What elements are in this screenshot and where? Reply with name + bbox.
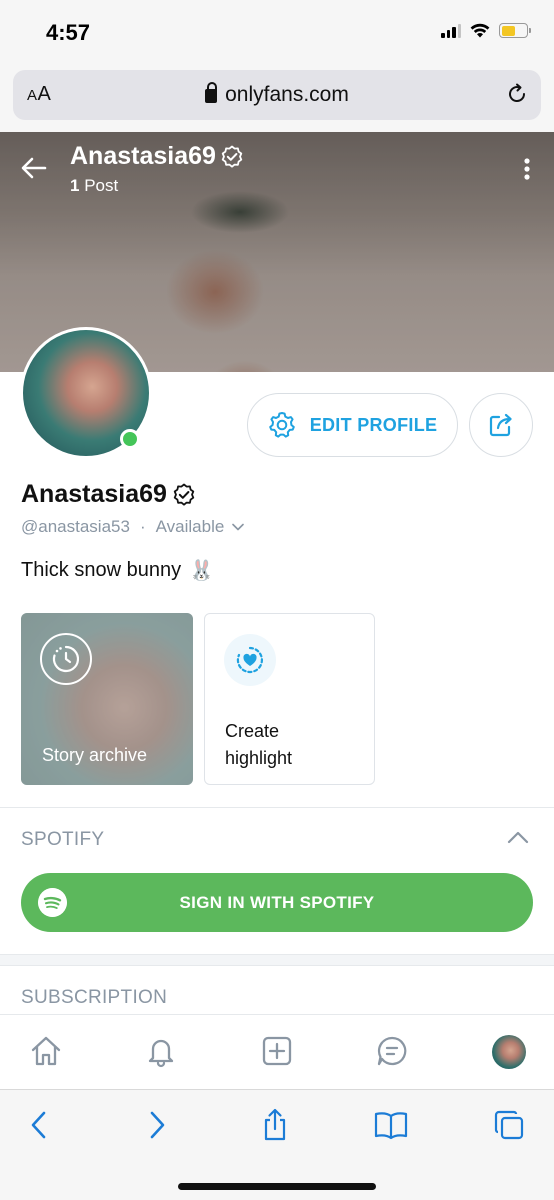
divider: [0, 807, 554, 808]
bell-icon[interactable]: [143, 1033, 179, 1069]
lock-icon: [205, 82, 218, 103]
availability-status[interactable]: Available: [156, 517, 245, 537]
section-gap: [0, 955, 554, 965]
profile-avatar[interactable]: [492, 1035, 526, 1069]
edit-profile-label: EDIT PROFILE: [309, 414, 438, 435]
chevron-down-icon: [232, 523, 245, 531]
profile-display-name: Anastasia69: [21, 480, 196, 509]
highlight-heart-icon: [224, 634, 276, 686]
more-options-icon[interactable]: [524, 158, 530, 180]
cover-display-name: Anastasia69: [70, 142, 244, 171]
username-handle: @anastasia53: [21, 517, 130, 536]
share-icon[interactable]: [258, 1108, 292, 1142]
verified-icon: [221, 145, 243, 168]
bio-text: Thick snow bunny 🐰: [21, 558, 214, 582]
browser-toolbar: [0, 1089, 554, 1200]
share-icon: [489, 413, 512, 437]
messages-icon[interactable]: [374, 1033, 410, 1069]
online-status-dot: [120, 429, 140, 449]
status-bar: 4:57: [0, 0, 554, 66]
app-bottom-nav: [0, 1014, 554, 1089]
handle-line: @anastasia53 · Available: [21, 517, 245, 537]
cover-post-count: 1 Post: [70, 176, 119, 195]
sign-in-spotify-button[interactable]: SIGN IN WITH SPOTIFY: [21, 873, 533, 932]
edit-profile-button[interactable]: EDIT PROFILE: [247, 393, 458, 457]
story-archive-label: Story archive: [42, 745, 148, 765]
tabs-icon[interactable]: [492, 1108, 526, 1142]
status-indicators: [441, 23, 531, 38]
create-highlight-tile[interactable]: Create highlight: [204, 613, 375, 785]
spotify-icon: [38, 888, 67, 917]
spotify-section-title: SPOTIFY: [21, 829, 105, 850]
spotify-button-label: SIGN IN WITH SPOTIFY: [179, 892, 375, 912]
chevron-up-icon[interactable]: [507, 830, 529, 844]
status-time: 4:57: [46, 20, 91, 45]
bookmarks-icon[interactable]: [374, 1108, 408, 1142]
verified-icon: [173, 483, 195, 506]
back-arrow-icon[interactable]: [20, 154, 48, 182]
separator-dot: ·: [139, 517, 146, 536]
url-display[interactable]: onlyfans.com: [13, 82, 541, 107]
browser-top-bar: AA onlyfans.com: [0, 66, 554, 132]
battery-icon: [499, 23, 531, 38]
story-archive-tile[interactable]: Story archive: [21, 613, 193, 785]
address-bar[interactable]: AA onlyfans.com: [13, 70, 541, 120]
share-profile-button[interactable]: [469, 393, 533, 457]
wifi-icon: [470, 23, 490, 38]
gear-icon: [268, 412, 295, 438]
forward-icon[interactable]: [140, 1108, 174, 1142]
home-indicator: [178, 1183, 376, 1190]
divider: [0, 965, 554, 966]
create-highlight-label: Create highlight: [225, 721, 293, 768]
back-icon[interactable]: [22, 1108, 56, 1142]
add-post-icon[interactable]: [259, 1033, 295, 1069]
cellular-signal-icon: [441, 23, 461, 38]
url-text: onlyfans.com: [225, 83, 349, 106]
reload-icon[interactable]: [505, 82, 529, 106]
bunny-emoji: 🐰: [189, 558, 214, 582]
home-icon[interactable]: [28, 1033, 64, 1069]
archive-clock-icon: [40, 633, 92, 685]
subscription-section-title: SUBSCRIPTION: [21, 987, 168, 1008]
